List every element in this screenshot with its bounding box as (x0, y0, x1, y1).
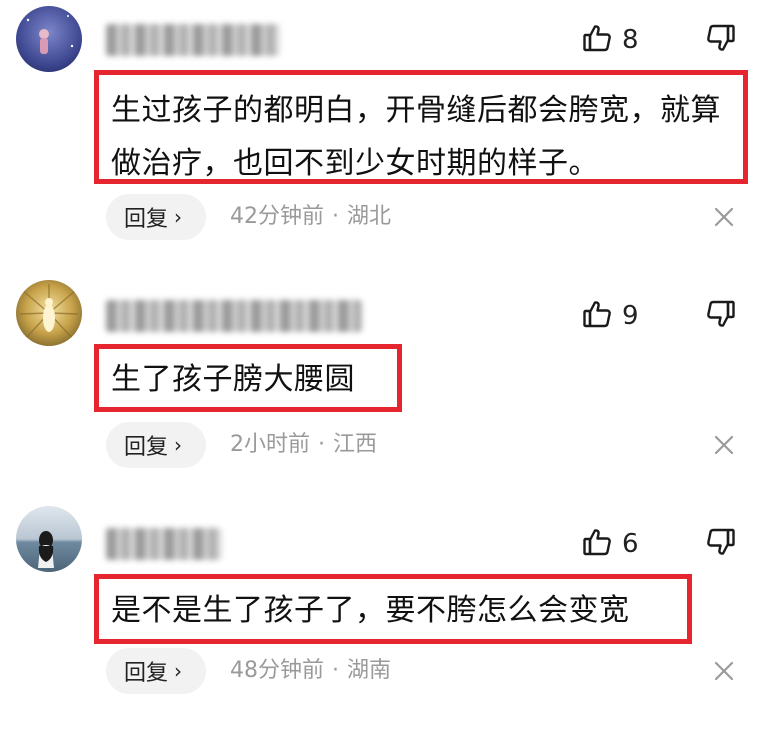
close-icon (712, 435, 736, 461)
comment-text: 是不是生了孩子了，要不胯怎么会变宽 (111, 593, 630, 628)
meta-separator: · (332, 658, 339, 683)
close-button[interactable] (712, 433, 736, 457)
chevron-right-icon: › (174, 659, 183, 683)
reply-button[interactable]: 回复 › (106, 194, 206, 240)
comment-time: 42分钟前 (230, 204, 324, 229)
comment-location: 湖北 (347, 204, 392, 229)
dislike-button[interactable] (704, 296, 738, 336)
comment-location: 江西 (333, 432, 378, 457)
dislike-button[interactable] (704, 20, 738, 60)
reply-button[interactable]: 回复 › (106, 648, 206, 694)
user-avatar[interactable] (16, 506, 82, 572)
thumbs-up-icon (582, 299, 612, 333)
username-blurred[interactable] (106, 300, 362, 332)
close-icon (712, 207, 736, 233)
reply-label: 回复 (124, 661, 169, 686)
highlighted-comment-box: 生了孩子膀大腰圆 (94, 344, 402, 412)
close-button[interactable] (712, 205, 736, 229)
close-button[interactable] (712, 659, 736, 683)
like-count: 6 (622, 529, 639, 559)
comment-time: 48分钟前 (230, 658, 324, 683)
username-blurred[interactable] (106, 528, 222, 560)
user-avatar[interactable] (16, 280, 82, 346)
like-button[interactable]: 6 (582, 524, 639, 564)
like-count: 9 (622, 301, 639, 331)
thumbs-down-icon (706, 299, 736, 333)
meta-separator: · (318, 432, 325, 457)
comment-meta: 2小时前 · 江西 (230, 422, 377, 468)
comment-text: 生过孩子的都明白，开骨缝后都会胯宽，就算做治疗，也回不到少女时期的样子。 (111, 93, 721, 181)
meta-separator: · (332, 204, 339, 229)
thumbs-down-icon (706, 527, 736, 561)
dislike-button[interactable] (704, 524, 738, 564)
comment-meta: 48分钟前 · 湖南 (230, 648, 391, 694)
comment-location: 湖南 (347, 658, 392, 683)
comment-text: 生了孩子膀大腰圆 (111, 362, 355, 397)
thumbs-up-icon (582, 23, 612, 57)
chevron-right-icon: › (174, 205, 183, 229)
reply-button[interactable]: 回复 › (106, 422, 206, 468)
reply-label: 回复 (124, 435, 169, 460)
comment-item: 8 生过孩子的都明白，开骨缝后都会胯宽，就算做治疗，也回不到少女时期的样子。 回… (0, 0, 760, 240)
chevron-right-icon: › (174, 433, 183, 457)
comment-item: 6 是不是生了孩子了，要不胯怎么会变宽 回复 › 48分钟前 · 湖南 (0, 504, 760, 732)
reply-label: 回复 (124, 207, 169, 232)
like-button[interactable]: 9 (582, 296, 639, 336)
username-blurred[interactable] (106, 24, 280, 56)
close-icon (712, 661, 736, 687)
thumbs-down-icon (706, 23, 736, 57)
highlighted-comment-box: 生过孩子的都明白，开骨缝后都会胯宽，就算做治疗，也回不到少女时期的样子。 (94, 70, 748, 184)
like-button[interactable]: 8 (582, 20, 639, 60)
comment-meta: 42分钟前 · 湖北 (230, 194, 391, 240)
user-avatar[interactable] (16, 6, 82, 72)
thumbs-up-icon (582, 527, 612, 561)
highlighted-comment-box: 是不是生了孩子了，要不胯怎么会变宽 (94, 574, 692, 644)
like-count: 8 (622, 25, 639, 55)
comment-time: 2小时前 (230, 432, 310, 457)
comment-item: 9 生了孩子膀大腰圆 回复 › 2小时前 · 江西 (0, 276, 760, 504)
